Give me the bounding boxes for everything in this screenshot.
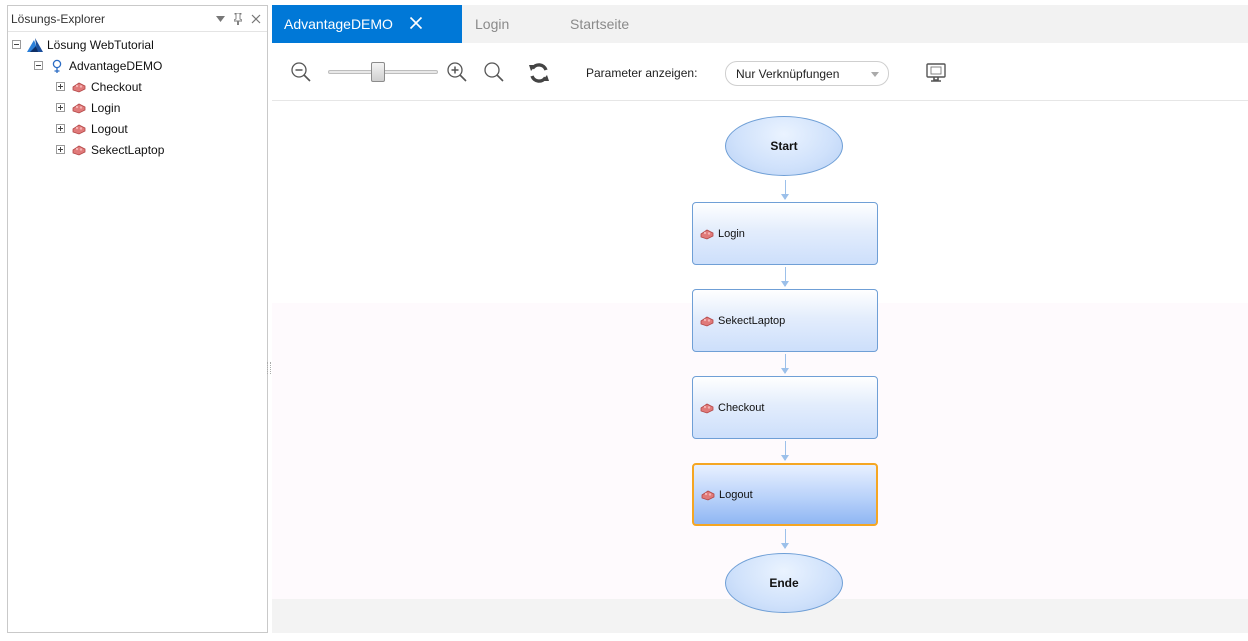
test-label: AdvantageDEMO <box>69 58 163 73</box>
zoom-out-icon[interactable] <box>290 61 314 85</box>
action-brick-icon <box>699 313 715 329</box>
tab-login[interactable]: Login <box>475 5 509 43</box>
tree-node-action[interactable]: Logout <box>8 118 267 139</box>
close-icon[interactable] <box>249 12 263 26</box>
flow-start-label: Start <box>770 139 798 153</box>
action-label: SekectLaptop <box>91 142 165 157</box>
flow-start-node[interactable]: Start <box>725 116 843 176</box>
solution-explorer-pane: Lösungs-Explorer Lösung WebTutorial Adva… <box>7 5 268 633</box>
expand-toggle[interactable] <box>56 124 65 133</box>
solution-tree: Lösung WebTutorial AdvantageDEMO Checkou… <box>8 32 267 160</box>
flow-connector-arrow <box>781 529 789 549</box>
tree-node-test[interactable]: AdvantageDEMO <box>8 55 267 76</box>
flow-step-node[interactable]: Checkout <box>692 376 878 439</box>
action-label: Login <box>91 100 121 115</box>
tab-label: Startseite <box>570 16 630 32</box>
expand-toggle[interactable] <box>56 103 65 112</box>
collapse-toggle[interactable] <box>12 40 21 49</box>
dropdown-arrow-icon[interactable] <box>213 12 227 26</box>
flow-step-label: Logout <box>719 488 753 501</box>
document-tab-bar: AdvantageDEMO Login Startseite <box>272 5 1248 43</box>
flow-step-label: Login <box>718 227 745 240</box>
solution-label: Lösung WebTutorial <box>47 37 154 52</box>
refresh-icon[interactable] <box>527 61 551 85</box>
expand-toggle[interactable] <box>56 82 65 91</box>
tree-node-action[interactable]: Login <box>8 97 267 118</box>
parameter-dropdown-value: Nur Verknüpfungen <box>736 66 840 81</box>
action-label: Logout <box>91 121 128 136</box>
parameter-label: Parameter anzeigen: <box>586 66 698 80</box>
flow-canvas[interactable]: Start Login SekectLaptop Checkout Logout… <box>272 102 1248 633</box>
chevron-down-icon <box>871 72 879 77</box>
solution-icon <box>27 37 43 53</box>
tree-node-solution[interactable]: Lösung WebTutorial <box>8 34 267 55</box>
action-brick-icon <box>71 79 87 95</box>
close-icon[interactable] <box>409 15 423 33</box>
flow-step-label: SekectLaptop <box>718 314 786 327</box>
flow-connector-arrow <box>781 180 789 200</box>
tree-node-action[interactable]: Checkout <box>8 76 267 97</box>
tab-startseite[interactable]: Startseite <box>570 5 629 43</box>
flow-step-node-selected[interactable]: Logout <box>692 463 878 526</box>
tab-advantagedemo[interactable]: AdvantageDEMO <box>272 5 462 43</box>
action-brick-icon <box>71 121 87 137</box>
flow-connector-arrow <box>781 267 789 287</box>
flow-end-label: Ende <box>769 576 799 590</box>
expand-toggle[interactable] <box>56 145 65 154</box>
action-label: Checkout <box>91 79 142 94</box>
explorer-title: Lösungs-Explorer <box>11 11 106 26</box>
action-brick-icon <box>71 100 87 116</box>
flow-connector-arrow <box>781 441 789 461</box>
flow-connector-arrow <box>781 354 789 374</box>
flow-step-label: Checkout <box>718 401 765 414</box>
action-brick-icon <box>699 226 715 242</box>
tree-node-action[interactable]: SekectLaptop <box>8 139 267 160</box>
action-brick-icon <box>71 142 87 158</box>
canvas-toolbar: Parameter anzeigen: Nur Verknüpfungen <box>272 43 1248 101</box>
zoom-in-icon[interactable] <box>446 61 470 85</box>
pane-splitter[interactable] <box>267 362 271 374</box>
tab-label: Login <box>475 16 510 32</box>
flow-end-node[interactable]: Ende <box>725 553 843 613</box>
zoom-fit-icon[interactable] <box>483 61 507 85</box>
monitor-icon[interactable] <box>924 61 948 85</box>
gui-test-icon <box>49 58 65 74</box>
zoom-slider-thumb[interactable] <box>371 62 385 82</box>
action-brick-icon <box>699 400 715 416</box>
collapse-toggle[interactable] <box>34 61 43 70</box>
explorer-header: Lösungs-Explorer <box>8 6 267 32</box>
tab-label: AdvantageDEMO <box>284 16 393 32</box>
parameter-dropdown[interactable]: Nur Verknüpfungen <box>725 61 889 86</box>
flow-step-node[interactable]: Login <box>692 202 878 265</box>
document-area: AdvantageDEMO Login Startseite Parameter… <box>272 5 1248 633</box>
pin-icon[interactable] <box>231 12 245 26</box>
action-brick-icon <box>700 487 716 503</box>
zoom-slider[interactable] <box>328 62 438 82</box>
flow-step-node[interactable]: SekectLaptop <box>692 289 878 352</box>
